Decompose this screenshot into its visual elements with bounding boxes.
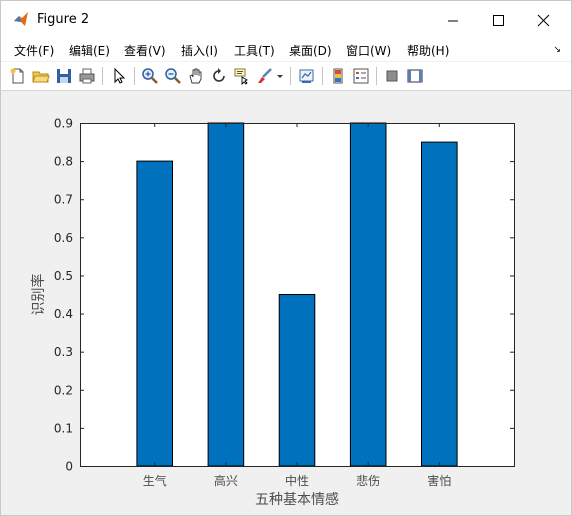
y-tick-label: 0.3 xyxy=(54,345,73,359)
y-tick-label: 0.4 xyxy=(54,307,73,321)
y-tick-label: 0.2 xyxy=(54,383,73,397)
x-axis-label: 五种基本情感 xyxy=(255,491,339,508)
y-tick-labels: 0 0.1 0.2 0.3 0.4 0.5 0.6 0.7 0.8 0.9 xyxy=(54,117,73,474)
show-plot-tools-icon[interactable] xyxy=(406,67,424,85)
menu-insert[interactable]: 插入(I) xyxy=(181,42,218,59)
minimize-icon xyxy=(448,20,458,22)
minimize-button[interactable] xyxy=(438,7,468,31)
toolbar-separator xyxy=(290,67,291,85)
x-tick-label: 悲伤 xyxy=(356,473,380,488)
maximize-button[interactable] xyxy=(483,7,513,31)
hide-plot-tools-icon[interactable] xyxy=(383,67,401,85)
bar-4 xyxy=(349,122,387,467)
rotate-3d-icon[interactable] xyxy=(210,67,228,85)
open-file-icon[interactable] xyxy=(32,67,50,85)
pan-icon[interactable] xyxy=(187,67,205,85)
bar-5 xyxy=(421,141,458,467)
x-tick-labels: 生气 高兴 中性 悲伤 害怕 xyxy=(143,473,452,488)
data-cursor-icon[interactable] xyxy=(233,67,251,85)
colorbar-icon[interactable] xyxy=(329,67,347,85)
figure-canvas: 0 0.1 0.2 0.3 0.4 0.5 0.6 0.7 0.8 0.9 生气 高兴 中性 悲伤 害怕 … xyxy=(7,91,565,511)
menu-bar: 文件(F) 编辑(E) 查看(V) 插入(I) 工具(T) 桌面(D) 窗口(W… xyxy=(1,37,571,61)
menu-desktop[interactable]: 桌面(D) xyxy=(289,42,332,59)
menu-view[interactable]: 查看(V) xyxy=(124,42,166,59)
window-title: Figure 2 xyxy=(37,12,90,27)
menu-edit[interactable]: 编辑(E) xyxy=(69,42,110,59)
toolbar-separator xyxy=(322,67,323,85)
legend-icon[interactable] xyxy=(352,67,370,85)
y-tick-label: 0.7 xyxy=(54,193,73,207)
y-axis-label: 识别率 xyxy=(30,274,47,316)
toolbar-separator xyxy=(376,67,377,85)
new-figure-icon[interactable] xyxy=(9,67,27,85)
menu-help[interactable]: 帮助(H) xyxy=(407,42,449,59)
close-button[interactable] xyxy=(529,7,559,31)
y-tick-label: 0.5 xyxy=(54,269,73,283)
x-tick-label: 中性 xyxy=(285,473,309,488)
save-icon[interactable] xyxy=(55,67,73,85)
toolbar xyxy=(1,62,571,91)
bar-2 xyxy=(207,122,245,467)
brush-icon[interactable] xyxy=(256,67,274,85)
dock-arrow-icon[interactable]: ↘ xyxy=(553,45,561,55)
select-arrow-icon[interactable] xyxy=(110,67,128,85)
zoom-out-icon[interactable] xyxy=(164,67,182,85)
y-tick-label: 0.8 xyxy=(54,155,73,169)
menu-window[interactable]: 窗口(W) xyxy=(346,42,391,59)
menu-file[interactable]: 文件(F) xyxy=(14,42,54,59)
close-icon xyxy=(537,14,550,27)
title-bar[interactable]: Figure 2 xyxy=(1,1,571,37)
menu-tools[interactable]: 工具(T) xyxy=(234,42,275,59)
dropdown-arrow-icon[interactable] xyxy=(275,67,285,85)
y-tick-label: 0.6 xyxy=(54,231,73,245)
x-tick-label: 生气 xyxy=(143,473,167,488)
bar-chart: 00.10.20.30.40.50.60.70.80.9 生气 高兴 中性 悲伤 害怕 … xyxy=(30,117,515,508)
link-plot-icon[interactable] xyxy=(298,67,316,85)
x-tick-label: 高兴 xyxy=(214,473,238,488)
x-tick-label: 害怕 xyxy=(427,473,451,488)
toolbar-separator xyxy=(134,67,135,85)
bar-3 xyxy=(278,294,316,467)
maximize-icon xyxy=(493,15,504,26)
figure-window: Figure 2 文件(F) 编辑(E) 查看(V) 插入(I) 工具(T) 桌… xyxy=(0,0,572,516)
y-tick-label: 0.9 xyxy=(54,117,73,131)
y-tick-label: 0 xyxy=(65,460,73,474)
toolbar-separator xyxy=(102,67,103,85)
y-tick-label: 0.1 xyxy=(54,421,73,435)
zoom-in-icon[interactable] xyxy=(141,67,159,85)
matlab-logo-icon xyxy=(14,12,28,26)
print-icon[interactable] xyxy=(78,67,96,85)
bar-1 xyxy=(136,160,173,467)
